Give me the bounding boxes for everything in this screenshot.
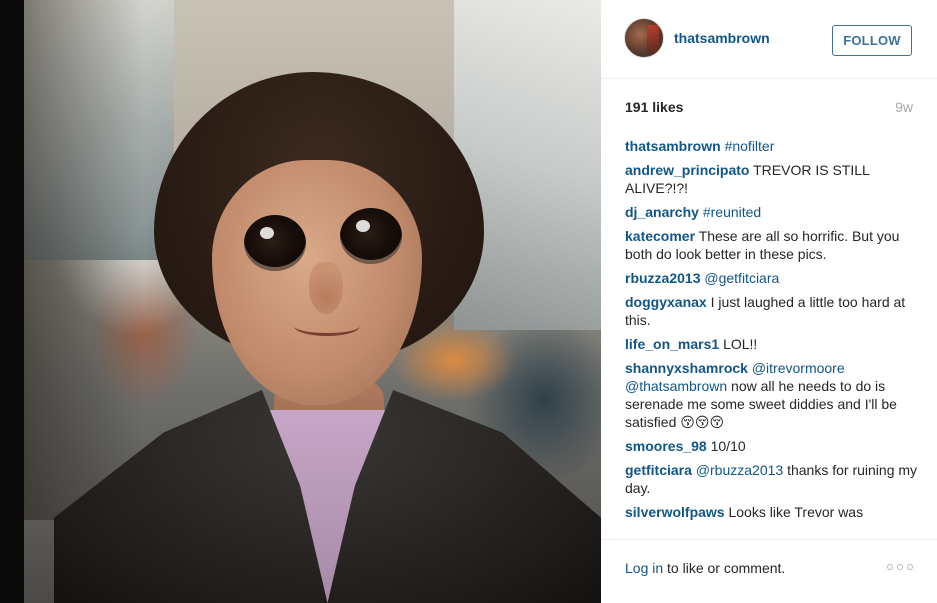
comment-username[interactable]: smoores_98: [625, 438, 707, 454]
comment-username[interactable]: getfitciara: [625, 462, 692, 478]
login-prompt: Log in to like or comment.: [625, 560, 785, 576]
subject-eye-left: [244, 215, 306, 271]
likes-count[interactable]: 191 likes: [625, 99, 683, 115]
comment-username[interactable]: shannyxshamrock: [625, 360, 748, 376]
comment-mention[interactable]: #reunited: [703, 204, 761, 220]
comment-username[interactable]: thatsambrown: [625, 138, 721, 154]
post-photo[interactable]: [24, 0, 601, 603]
more-dot: [907, 564, 913, 570]
more-options-icon[interactable]: [887, 564, 913, 570]
comment-item: getfitciara @rbuzza2013 thanks for ruini…: [625, 461, 921, 497]
comment-text: LOL!!: [723, 336, 758, 352]
comment-mention[interactable]: #nofilter: [725, 138, 775, 154]
comment-item: shannyxshamrock @itrevormoore @thatsambr…: [625, 359, 921, 431]
subject-mouth: [294, 316, 360, 336]
subject-nose: [309, 262, 343, 314]
post-meta: 191 likes 9w: [625, 99, 913, 119]
post-age[interactable]: 9w: [895, 99, 913, 115]
avatar[interactable]: [624, 18, 664, 58]
comment-item: andrew_principato TREVOR IS STILL ALIVE?…: [625, 161, 921, 197]
comment-username[interactable]: andrew_principato: [625, 162, 749, 178]
comment-username[interactable]: rbuzza2013: [625, 270, 700, 286]
photo-subject: [24, 0, 601, 603]
comment-item: life_on_mars1 LOL!!: [625, 335, 921, 353]
post-header: thatsambrown FOLLOW: [601, 0, 937, 79]
comment-username[interactable]: silverwolfpaws: [625, 504, 725, 520]
comment-username[interactable]: dj_anarchy: [625, 204, 699, 220]
comment-list: thatsambrown #nofilter andrew_principato …: [625, 137, 921, 535]
post-photo-container: [0, 0, 601, 603]
post-footer: Log in to like or comment.: [601, 539, 937, 603]
comment-mention[interactable]: @thatsambrown: [625, 378, 727, 394]
comment-username[interactable]: doggyxanax: [625, 294, 707, 310]
comment-item: thatsambrown #nofilter: [625, 137, 921, 155]
comment-text: Looks like Trevor was: [728, 504, 864, 520]
comment-item: doggyxanax I just laughed a little too h…: [625, 293, 921, 329]
comment-username[interactable]: life_on_mars1: [625, 336, 719, 352]
comment-item: smoores_98 10/10: [625, 437, 921, 455]
comment-text: 10/10: [710, 438, 746, 454]
comment-username[interactable]: katecomer: [625, 228, 695, 244]
post-sidebar: thatsambrown FOLLOW 191 likes 9w thatsam…: [601, 0, 937, 603]
more-dot: [887, 564, 893, 570]
comment-mention[interactable]: @getfitciara: [704, 270, 779, 286]
login-link[interactable]: Log in: [625, 560, 663, 576]
comment-item: silverwolfpaws Looks like Trevor was: [625, 503, 921, 521]
comment-item: rbuzza2013 @getfitciara: [625, 269, 921, 287]
comment-mention[interactable]: @rbuzza2013: [696, 462, 783, 478]
comment-item: dj_anarchy #reunited: [625, 203, 921, 221]
follow-button[interactable]: FOLLOW: [832, 25, 912, 56]
subject-eye-right: [340, 208, 402, 264]
more-dot: [897, 564, 903, 570]
login-prompt-text: to like or comment.: [663, 560, 786, 576]
header-username[interactable]: thatsambrown: [674, 30, 770, 46]
comment-mention[interactable]: @itrevormoore: [752, 360, 845, 376]
comment-item: katecomer These are all so horrific. But…: [625, 227, 921, 263]
